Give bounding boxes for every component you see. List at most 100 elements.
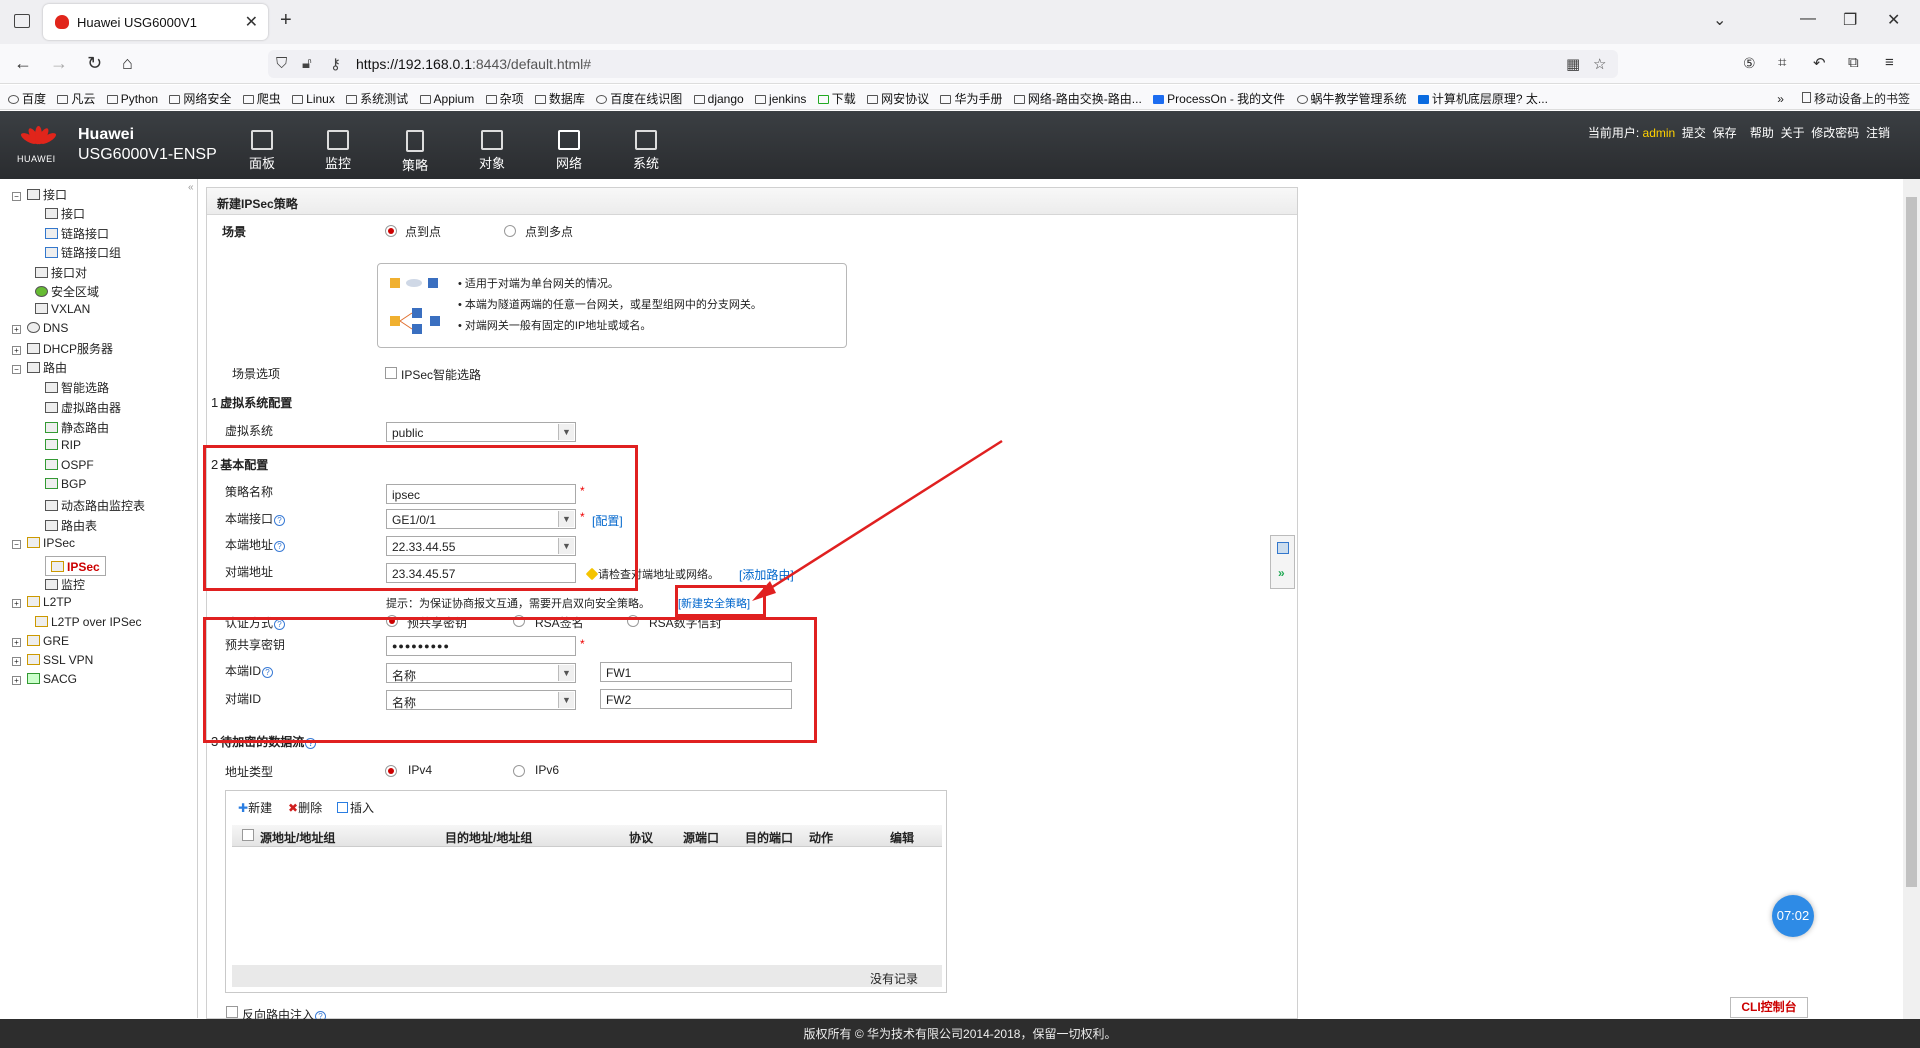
column-header[interactable]: 目的地址/地址组	[445, 829, 532, 846]
qr-code-icon[interactable]: ▦	[1566, 55, 1580, 73]
sidebar-item-route[interactable]: − 路由	[12, 359, 67, 376]
shield-icon[interactable]: ⛉	[276, 55, 287, 72]
nav-monitor[interactable]: 监控	[303, 111, 373, 179]
sidebar-item-route-table[interactable]: 路由表	[45, 517, 97, 534]
restore-icon[interactable]: ❐	[1843, 10, 1857, 30]
sidebar-item-ospf[interactable]: OSPF	[45, 458, 94, 472]
vsys-select[interactable]: public ▼	[386, 422, 576, 442]
ipv6-radio[interactable]	[513, 765, 525, 777]
bookmark-folder[interactable]: Linux	[292, 92, 335, 106]
undo-icon[interactable]: ↶	[1813, 54, 1826, 72]
reload-icon[interactable]: ↻	[87, 53, 102, 74]
new-button[interactable]: ✚新建	[238, 799, 272, 816]
sidebar-item-link-interface[interactable]: 链路接口	[45, 225, 109, 242]
page-scrollbar[interactable]	[1903, 179, 1920, 1019]
scene-p2mp-radio[interactable]	[504, 225, 516, 237]
sidebar-item-gre[interactable]: + GRE	[12, 634, 69, 648]
bookmark-star-icon[interactable]: ☆	[1593, 55, 1606, 73]
clock-widget[interactable]: 07:02	[1772, 895, 1814, 937]
browser-tab[interactable]: Huawei USG6000V1 ✕	[43, 4, 268, 40]
bookmark-item[interactable]: 百度	[8, 90, 46, 107]
bookmark-folder[interactable]: django	[693, 92, 744, 106]
select-all-checkbox[interactable]	[242, 829, 254, 841]
back-icon[interactable]: ←	[14, 53, 32, 74]
sidebar-item-smart-route[interactable]: 智能选路	[45, 379, 109, 396]
bookmark-folder[interactable]: 凡云	[57, 90, 95, 107]
extensions-icon[interactable]: ⧉	[1848, 54, 1859, 71]
close-tab-icon[interactable]: ✕	[245, 12, 258, 32]
side-panel-icon[interactable]	[1277, 542, 1289, 554]
sidebar-item-static-route[interactable]: 静态路由	[45, 419, 109, 436]
bookmark-folder[interactable]: 爬虫	[242, 90, 281, 107]
sidebar-item-rip[interactable]: RIP	[45, 438, 81, 452]
sidebar-item-dynamic-route-monitor[interactable]: 动态路由监控表	[45, 497, 145, 514]
bookmark-item[interactable]: 下载	[817, 90, 856, 107]
sidebar-item-virtual-router[interactable]: 虚拟路由器	[45, 399, 121, 416]
bookmark-folder[interactable]: Appium	[419, 92, 474, 106]
delete-button[interactable]: ✖删除	[288, 799, 322, 816]
nav-dashboard[interactable]: 面板	[227, 111, 297, 179]
sidebar-item-vxlan[interactable]: VXLAN	[35, 302, 90, 316]
scene-p2p-radio[interactable]	[385, 225, 397, 237]
nav-policy[interactable]: 策略	[380, 111, 450, 179]
bookmark-item[interactable]: ProcessOn - 我的文件	[1153, 90, 1285, 107]
bookmark-folder[interactable]: 网安协议	[867, 90, 929, 107]
sidebar-item-ipsec[interactable]: IPSec	[45, 556, 106, 576]
submit-link[interactable]: 提交	[1682, 126, 1706, 140]
sidebar-item-interface-group[interactable]: − 接口	[12, 186, 67, 203]
sidebar-collapse-icon[interactable]: «	[188, 182, 194, 193]
bookmark-folder[interactable]: 系统测试	[346, 90, 408, 107]
bookmark-folder[interactable]: 网络安全	[169, 90, 231, 107]
extension-badge-icon[interactable]: ⑤	[1743, 55, 1756, 72]
sidebar-item-ipsec-group[interactable]: − IPSec	[12, 536, 75, 550]
sidebar-item-l2tp-over-ipsec[interactable]: L2TP over IPSec	[35, 615, 142, 629]
bookmark-folder[interactable]: 杂项	[485, 90, 524, 107]
insert-button[interactable]: 插入	[337, 799, 374, 816]
column-header[interactable]: 目的端口	[745, 829, 793, 846]
nav-network[interactable]: 网络	[534, 111, 604, 179]
sidebar-item-link-interface-group[interactable]: 链路接口组	[45, 244, 121, 261]
change-password-link[interactable]: 修改密码	[1811, 126, 1859, 140]
lock-warning-icon[interactable]: 🔓︎	[302, 55, 312, 72]
forward-icon[interactable]: →	[50, 53, 68, 74]
column-header[interactable]: 动作	[809, 829, 833, 846]
column-header[interactable]: 源端口	[683, 829, 719, 846]
address-bar[interactable]: ⛉ 🔓︎ ⚷ https://192.168.0.1:8443/default.…	[268, 50, 1618, 78]
sidebar-item-l2tp[interactable]: + L2TP	[12, 595, 72, 609]
mobile-bookmarks[interactable]: 移动设备上的书签	[1814, 92, 1910, 106]
sidebar-item-interface-pair[interactable]: 接口对	[35, 264, 87, 281]
key-icon[interactable]: ⚷	[330, 55, 341, 73]
nav-system[interactable]: 系统	[611, 111, 681, 179]
bookmark-item[interactable]: 百度在线识图	[596, 90, 682, 107]
sidebar-item-ssl-vpn[interactable]: + SSL VPN	[12, 653, 93, 667]
column-header[interactable]: 源地址/地址组	[260, 829, 335, 846]
tab-overflow-icon[interactable]: ⌄	[1713, 10, 1726, 30]
sidebar-item-security-zone[interactable]: 安全区域	[35, 283, 99, 300]
bookmark-folder[interactable]: jenkins	[755, 92, 806, 106]
sidebar-item-dhcp[interactable]: + DHCP服务器	[12, 340, 113, 357]
bookmark-item[interactable]: 计算机底层原理? 太...	[1417, 90, 1548, 107]
bookmarks-overflow-icon[interactable]: »	[1777, 92, 1784, 106]
sidebar-item-ipsec-monitor[interactable]: 监控	[45, 576, 85, 593]
bookmark-folder[interactable]: 华为手册	[940, 90, 1002, 107]
crop-icon[interactable]: ⌗	[1778, 54, 1786, 71]
sidebar-item-bgp[interactable]: BGP	[45, 477, 86, 491]
ipv4-radio[interactable]	[385, 765, 397, 777]
scrollbar-thumb[interactable]	[1906, 197, 1917, 887]
add-route-link[interactable]: [添加路由]	[739, 566, 794, 583]
nav-object[interactable]: 对象	[457, 111, 527, 179]
save-link[interactable]: 保存	[1713, 126, 1737, 140]
tab-list-icon[interactable]	[14, 14, 30, 28]
sidebar-item-dns[interactable]: + DNS	[12, 321, 68, 335]
close-window-icon[interactable]: ✕	[1887, 10, 1900, 30]
minimize-icon[interactable]: —	[1800, 10, 1816, 28]
column-header[interactable]: 协议	[629, 829, 653, 846]
cli-console-button[interactable]: CLI控制台	[1730, 997, 1808, 1018]
bookmark-folder[interactable]: Python	[106, 92, 158, 106]
column-header[interactable]: 编辑	[890, 829, 914, 846]
smart-route-checkbox[interactable]	[385, 367, 397, 379]
about-link[interactable]: 关于	[1781, 126, 1805, 140]
home-icon[interactable]: ⌂	[122, 53, 133, 74]
bookmark-item[interactable]: 蜗牛教学管理系统	[1296, 90, 1407, 107]
expand-right-icon[interactable]: »	[1278, 566, 1285, 580]
